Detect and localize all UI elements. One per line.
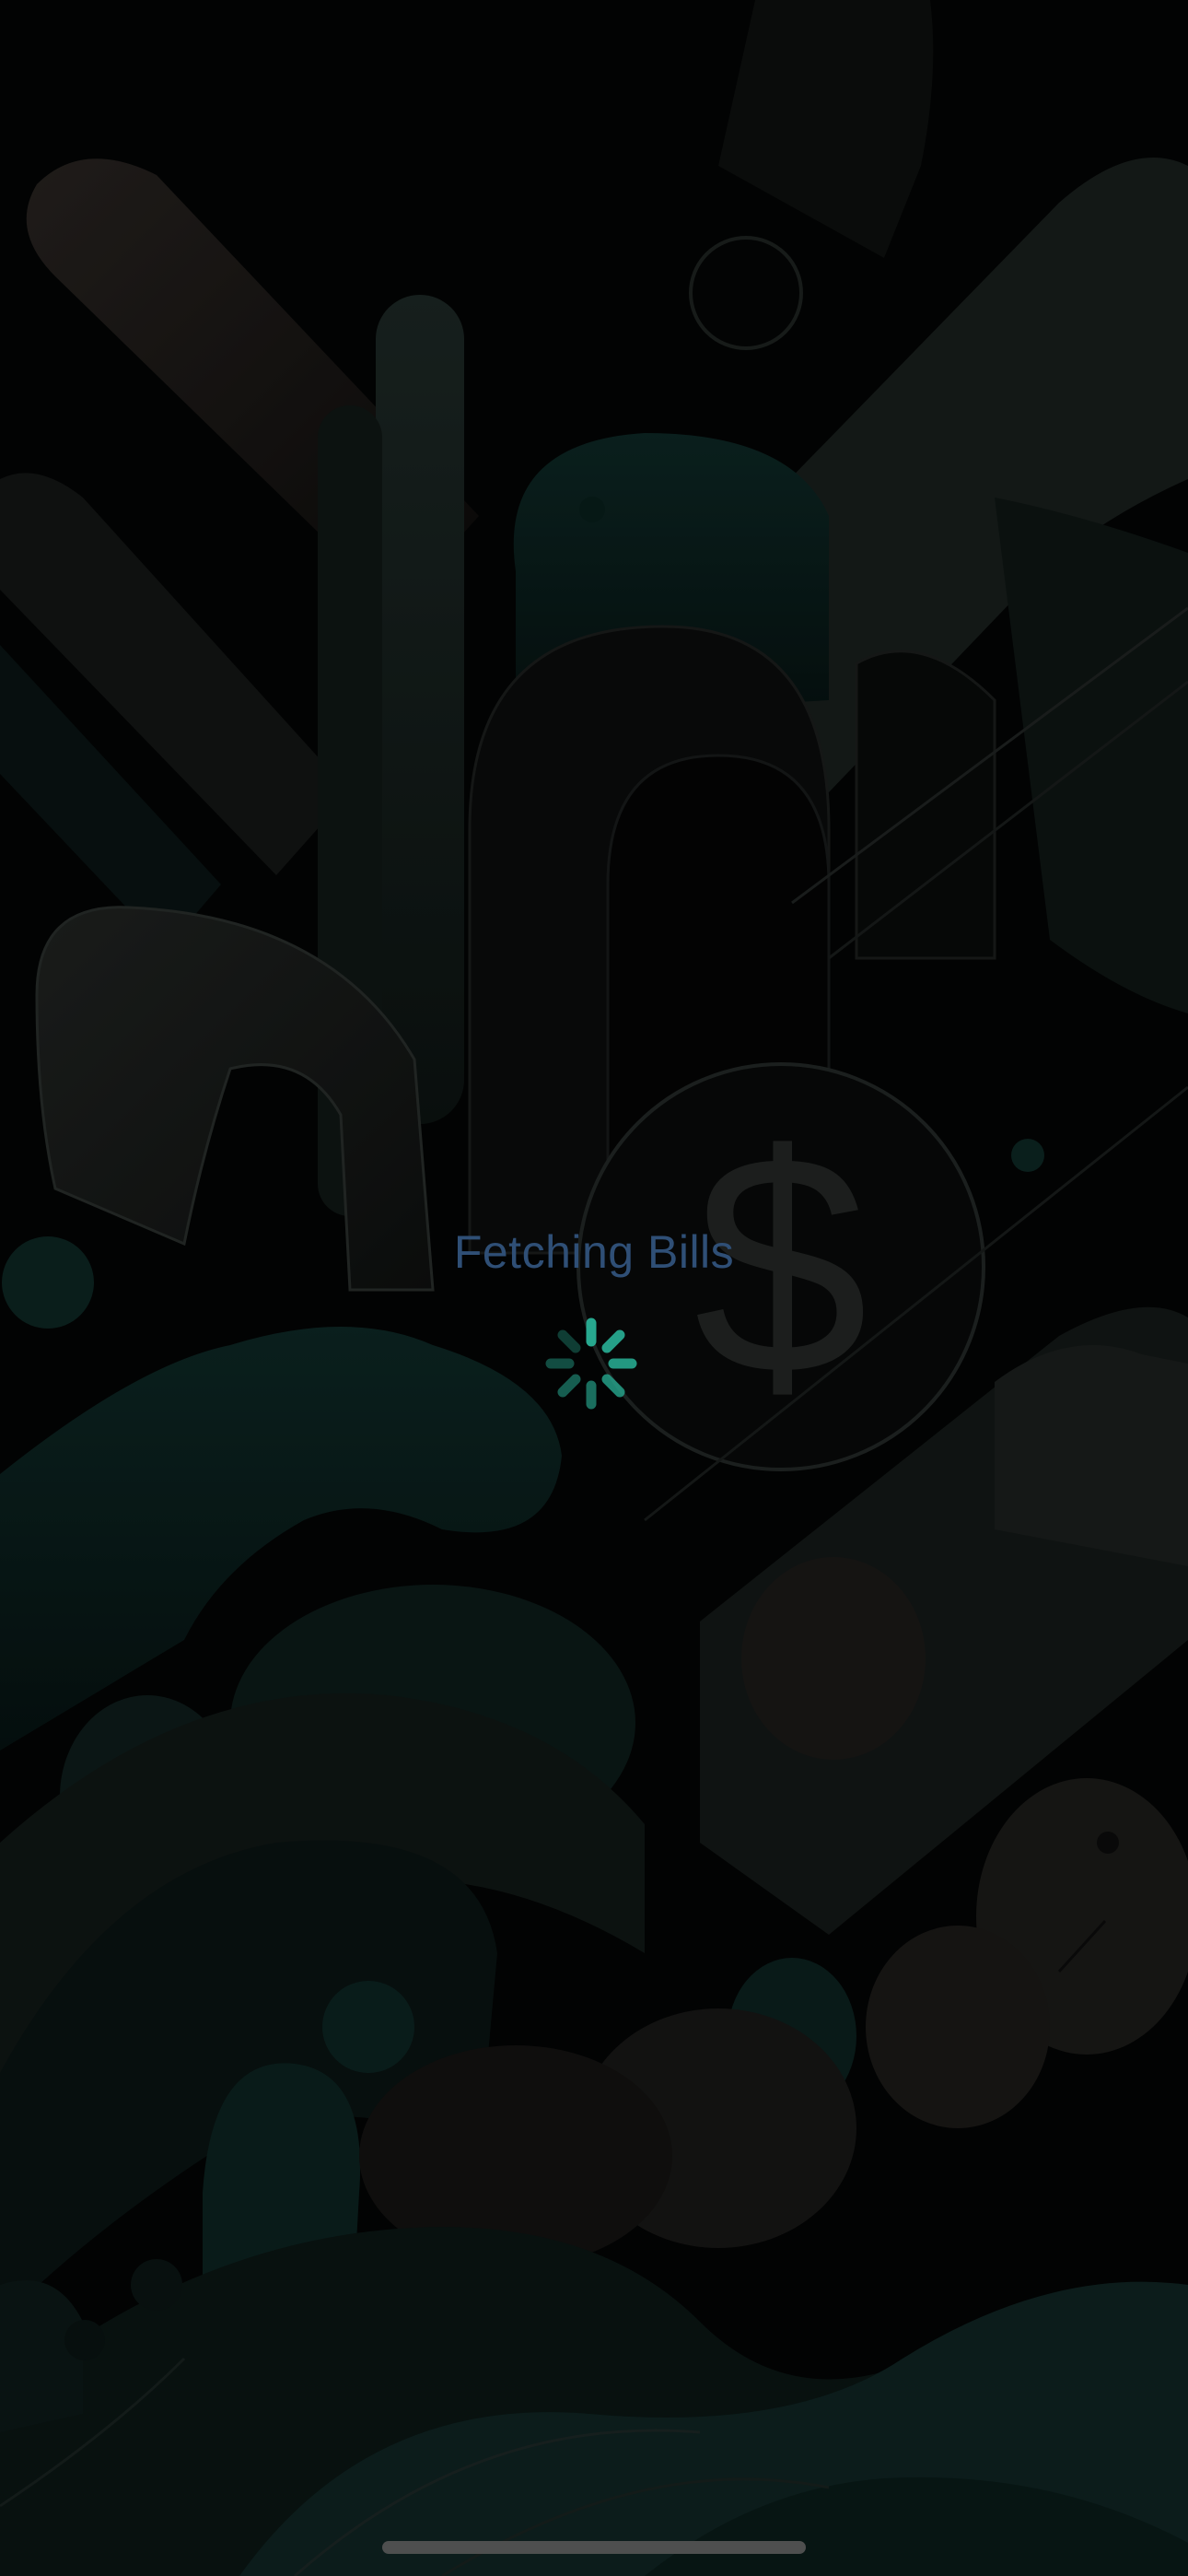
home-indicator[interactable] — [382, 2541, 806, 2554]
loading-screen: $ Fetching Bills — [0, 0, 1188, 2576]
abstract-background-artwork: $ — [0, 0, 1188, 2576]
activity-spinner-icon — [545, 1317, 637, 1410]
loading-status-label: Fetching Bills — [453, 1226, 735, 1278]
